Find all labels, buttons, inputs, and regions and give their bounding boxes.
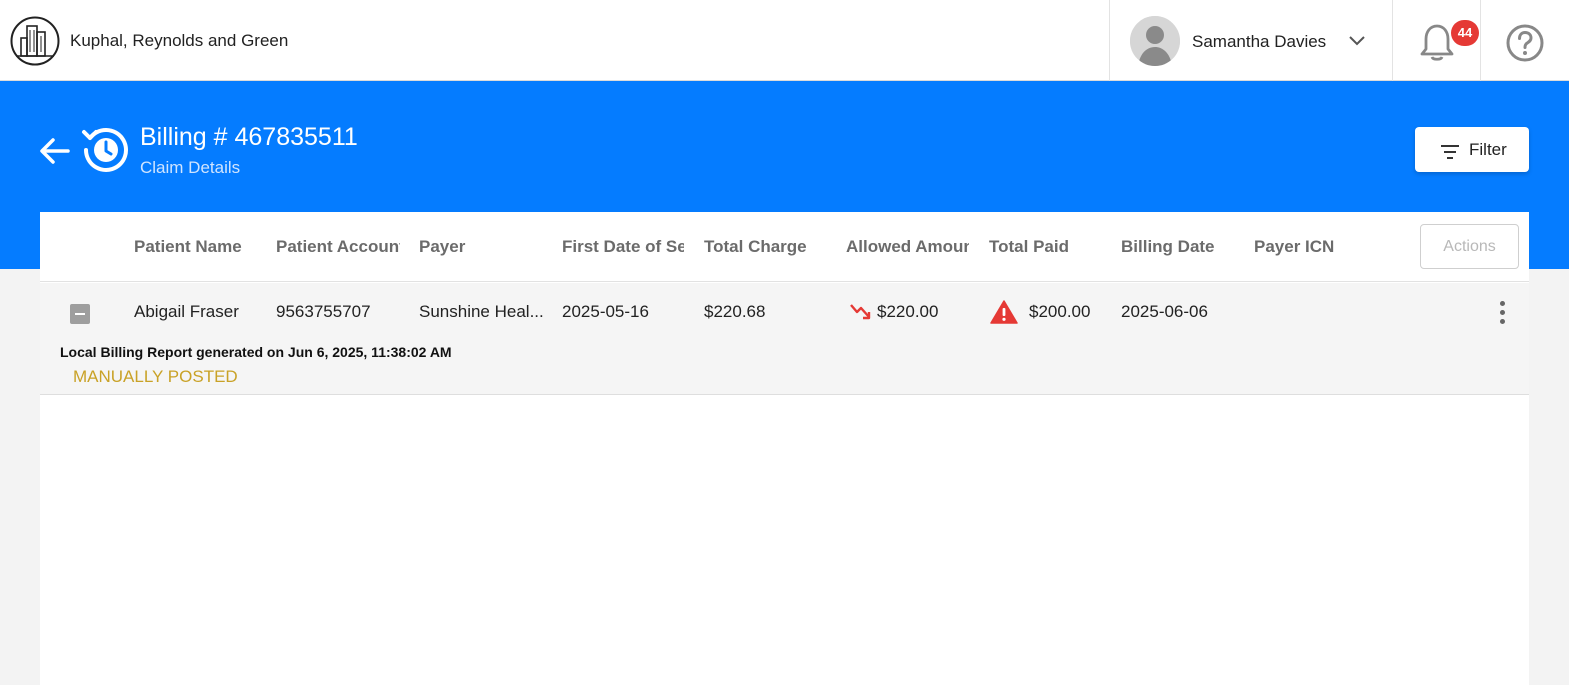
notification-count-badge: 44: [1451, 20, 1479, 46]
notifications-button[interactable]: 44: [1393, 0, 1481, 81]
cell-first-date-of-service: 2025-05-16: [562, 302, 649, 321]
bell-icon[interactable]: [1419, 22, 1455, 62]
cell-payer: Sunshine Heal...: [419, 302, 543, 321]
filter-label: Filter: [1469, 140, 1507, 159]
help-icon[interactable]: [1505, 23, 1545, 63]
more-options-icon[interactable]: [1492, 299, 1514, 327]
column-header-total-paid[interactable]: Total Paid: [989, 237, 1109, 257]
cell-total-paid: $200.00: [1029, 302, 1091, 321]
claims-table: Patient Name Patient Account Payer First…: [40, 212, 1529, 685]
building-icon[interactable]: [10, 16, 60, 66]
top-navbar: Kuphal, Reynolds and Green Samantha Davi…: [0, 0, 1569, 81]
avatar: [1130, 16, 1180, 66]
column-header-first-date-of-service[interactable]: First Date of Service: [562, 237, 684, 257]
column-header-patient-account[interactable]: Patient Account: [276, 237, 400, 257]
user-name: Samantha Davies: [1192, 32, 1327, 51]
filter-button[interactable]: Filter: [1415, 127, 1529, 172]
status-badge: MANUALLY POSTED: [73, 367, 238, 386]
column-header-total-charge[interactable]: Total Charge: [704, 237, 834, 257]
trending-down-icon: [850, 304, 871, 320]
cell-patient-account: 9563755707: [276, 302, 371, 321]
cell-patient-name: Abigail Fraser: [134, 302, 239, 321]
page-title: Billing # 467835511: [140, 123, 358, 151]
table-row: Abigail Fraser 9563755707 Sunshine Heal.…: [40, 283, 1529, 395]
collapse-row-button[interactable]: [70, 304, 90, 324]
actions-button[interactable]: Actions: [1420, 224, 1519, 269]
user-silhouette-icon: [1130, 16, 1180, 66]
column-header-payer-icn[interactable]: Payer ICN: [1254, 237, 1374, 257]
table-header: Patient Name Patient Account Payer First…: [40, 212, 1529, 282]
back-arrow-icon[interactable]: [38, 134, 72, 168]
user-menu[interactable]: Samantha Davies: [1109, 0, 1393, 81]
chevron-down-icon[interactable]: [1346, 30, 1368, 52]
column-header-billing-date[interactable]: Billing Date: [1121, 237, 1241, 257]
filter-icon: [1441, 145, 1459, 159]
cell-billing-date: 2025-06-06: [1121, 302, 1208, 321]
org-name: Kuphal, Reynolds and Green: [70, 31, 289, 50]
warning-icon: [990, 300, 1018, 324]
column-header-allowed-amount[interactable]: Allowed Amount: [846, 237, 969, 257]
page-subtitle: Claim Details: [140, 158, 241, 177]
history-icon: [82, 128, 128, 172]
report-generated-note: Local Billing Report generated on Jun 6,…: [60, 344, 452, 360]
column-header-patient-name[interactable]: Patient Name: [134, 237, 264, 257]
cell-allowed-amount: $220.00: [877, 302, 939, 321]
cell-total-charge: $220.68: [704, 302, 766, 321]
column-header-payer[interactable]: Payer: [419, 237, 539, 257]
